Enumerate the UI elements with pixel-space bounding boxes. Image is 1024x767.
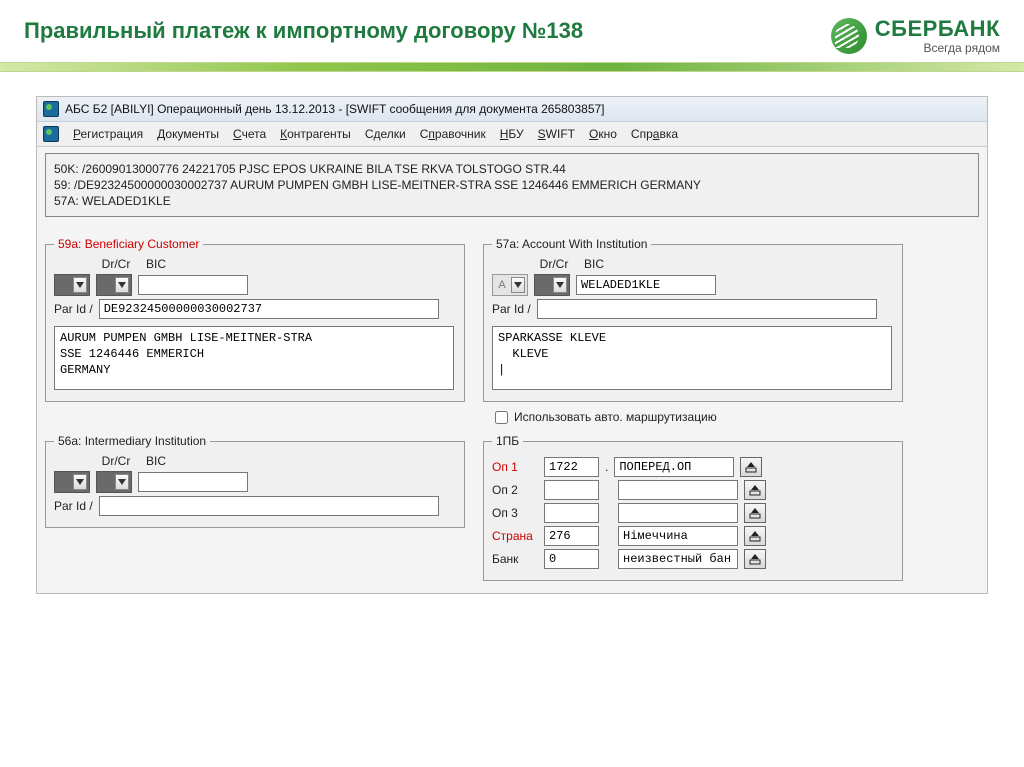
- op1-desc-input[interactable]: [614, 457, 734, 477]
- swift-message-block: 50K: /26009013000776 24221705 PJSC EPOS …: [45, 153, 979, 217]
- body-textarea-57a[interactable]: [492, 326, 892, 390]
- label-bic: BIC: [146, 454, 166, 468]
- logo-brand: СБЕРБАНК: [875, 18, 1000, 40]
- legend-57a: 57a: Account With Institution: [492, 237, 651, 251]
- label-parid-56a: Par Id /: [54, 499, 93, 513]
- bank-lookup-button[interactable]: [744, 549, 766, 569]
- auto-routing-label: Использовать авто. маршрутизацию: [514, 410, 717, 424]
- fieldset-56a: 56a: Intermediary Institution Dr/Cr BIC …: [45, 434, 465, 528]
- label-op1: Оп 1: [492, 460, 538, 474]
- label-drcr: Dr/Cr: [98, 454, 134, 468]
- fieldset-1pb: 1ПБ Оп 1 . Оп 2 Оп 3: [483, 434, 903, 581]
- drcr-select-59a[interactable]: [96, 274, 132, 296]
- option-select-56a[interactable]: [54, 471, 90, 493]
- sberbank-logo: СБЕРБАНК Всегда рядом: [831, 18, 1000, 54]
- parid-input-57a[interactable]: [537, 299, 877, 319]
- legend-56a: 56a: Intermediary Institution: [54, 434, 210, 448]
- legend-59a: 59a: Beneficiary Customer: [54, 237, 203, 251]
- bic-input-59a[interactable]: [138, 275, 248, 295]
- menu-deals[interactable]: Сделки: [365, 127, 406, 141]
- drcr-select-56a[interactable]: [96, 471, 132, 493]
- menu-swift[interactable]: SWIFT: [538, 127, 575, 141]
- label-country: Страна: [492, 529, 538, 543]
- logo-tagline: Всегда рядом: [875, 42, 1000, 54]
- menu-nbu[interactable]: НБУ: [500, 127, 524, 141]
- bic-input-57a[interactable]: [576, 275, 716, 295]
- app-icon-small: [43, 126, 59, 142]
- app-window: АБС Б2 [ABILYI] Операционный день 13.12.…: [36, 96, 988, 594]
- menu-window[interactable]: Окно: [589, 127, 617, 141]
- chevron-down-icon: [115, 474, 129, 490]
- chevron-down-icon: [73, 277, 87, 293]
- chevron-down-icon: [511, 277, 525, 293]
- slide-title: Правильный платеж к импортному договору …: [24, 18, 583, 44]
- label-bic: BIC: [146, 257, 166, 271]
- app-icon: [43, 101, 59, 117]
- op3-desc-input[interactable]: [618, 503, 738, 523]
- legend-1pb: 1ПБ: [492, 434, 523, 448]
- label-parid-57a: Par Id /: [492, 302, 531, 316]
- menu-accounts[interactable]: Счета: [233, 127, 266, 141]
- country-name-input[interactable]: [618, 526, 738, 546]
- op2-lookup-button[interactable]: [744, 480, 766, 500]
- chevron-down-icon: [115, 277, 129, 293]
- option-select-59a[interactable]: [54, 274, 90, 296]
- label-drcr: Dr/Cr: [536, 257, 572, 271]
- swift-line-59: 59: /DE92324500000030002737 AURUM PUMPEN…: [54, 178, 970, 192]
- drcr-select-57a[interactable]: [534, 274, 570, 296]
- label-parid-59a: Par Id /: [54, 302, 93, 316]
- label-op3: Оп 3: [492, 506, 538, 520]
- label-bank: Банк: [492, 552, 538, 566]
- parid-input-59a[interactable]: [99, 299, 439, 319]
- op3-lookup-button[interactable]: [744, 503, 766, 523]
- op3-code-input[interactable]: [544, 503, 599, 523]
- swift-line-50k: 50K: /26009013000776 24221705 PJSC EPOS …: [54, 162, 970, 176]
- bank-name-input[interactable]: [618, 549, 738, 569]
- country-code-input[interactable]: [544, 526, 599, 546]
- op1-lookup-button[interactable]: [740, 457, 762, 477]
- menu-help[interactable]: Справка: [631, 127, 678, 141]
- country-lookup-button[interactable]: [744, 526, 766, 546]
- chevron-down-icon: [73, 474, 87, 490]
- menu-registration[interactable]: Регистрация: [73, 127, 143, 141]
- bic-input-56a[interactable]: [138, 472, 248, 492]
- swift-line-57a: 57A: WELADED1KLE: [54, 194, 970, 208]
- auto-routing-checkbox[interactable]: [495, 411, 508, 424]
- op1-dot: .: [605, 460, 608, 474]
- fieldset-59a: 59a: Beneficiary Customer Dr/Cr BIC Par …: [45, 237, 465, 402]
- option-select-57a-value: A: [493, 279, 511, 291]
- parid-input-56a[interactable]: [99, 496, 439, 516]
- body-textarea-59a[interactable]: [54, 326, 454, 390]
- label-bic: BIC: [584, 257, 604, 271]
- menu-bar: Регистрация Документы Счета Контрагенты …: [37, 122, 987, 147]
- bank-code-input[interactable]: [544, 549, 599, 569]
- op1-code-input[interactable]: [544, 457, 599, 477]
- label-drcr: Dr/Cr: [98, 257, 134, 271]
- fieldset-57a: 57a: Account With Institution Dr/Cr BIC …: [483, 237, 903, 402]
- op2-code-input[interactable]: [544, 480, 599, 500]
- menu-reference[interactable]: Справочник: [420, 127, 486, 141]
- op2-desc-input[interactable]: [618, 480, 738, 500]
- window-title: АБС Б2 [ABILYI] Операционный день 13.12.…: [65, 102, 605, 116]
- sberbank-logo-icon: [831, 18, 867, 54]
- window-title-bar: АБС Б2 [ABILYI] Операционный день 13.12.…: [37, 97, 987, 122]
- chevron-down-icon: [553, 277, 567, 293]
- menu-documents[interactable]: Документы: [157, 127, 219, 141]
- option-select-57a[interactable]: A: [492, 274, 528, 296]
- label-op2: Оп 2: [492, 483, 538, 497]
- menu-counterparties[interactable]: Контрагенты: [280, 127, 351, 141]
- decorative-green-bar: [0, 62, 1024, 72]
